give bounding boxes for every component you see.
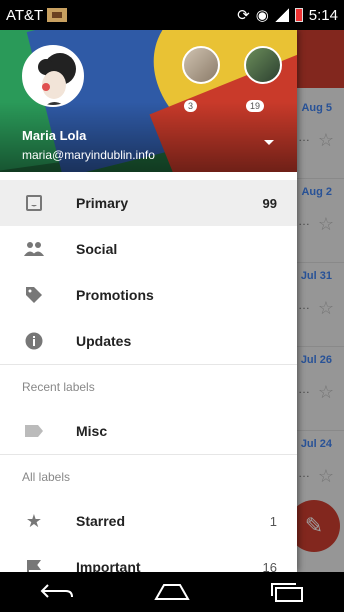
important-icon: [24, 557, 44, 572]
label-count: 1: [269, 513, 277, 529]
account-name: Maria Lola: [22, 128, 87, 143]
navigation-drawer: 3 19 Maria Lola maria@maryindublin.info …: [0, 30, 297, 572]
carrier-logo-icon: [47, 8, 68, 22]
clock: 5:14: [308, 6, 338, 24]
menu-item-label: Starred: [76, 513, 126, 529]
menu-item-social[interactable]: Social: [0, 226, 297, 272]
home-icon: [154, 584, 190, 600]
recents-button[interactable]: [267, 580, 307, 604]
menu-item-label: Updates: [76, 333, 132, 349]
menu-item-label: Primary: [76, 195, 129, 211]
home-button[interactable]: [152, 580, 192, 604]
account-unread-badge: 3: [184, 100, 198, 112]
account-switch-avatar[interactable]: [244, 46, 282, 84]
signal-icon: [274, 8, 289, 22]
wifi-icon: ◉: [255, 7, 269, 24]
menu-item-primary[interactable]: Primary 99: [0, 180, 297, 226]
menu-item-label: Social: [76, 241, 118, 257]
menu-item-label: Misc: [76, 423, 108, 439]
account-dropdown-icon[interactable]: [264, 140, 274, 145]
account-email: maria@maryindublin.info: [22, 148, 155, 162]
carrier: AT&T: [6, 6, 68, 24]
recent-labels-header: Recent labels: [0, 364, 297, 408]
status-icons: ⟳ ◉ 5:14: [237, 6, 338, 25]
info-icon: [24, 331, 44, 351]
people-icon: [24, 239, 44, 259]
recents-icon: [270, 583, 303, 602]
carrier-label: AT&T: [6, 6, 44, 24]
menu-item-important[interactable]: Important 16: [0, 544, 297, 572]
label-count: 16: [262, 559, 277, 573]
account-unread-badge: 19: [246, 100, 265, 112]
menu-item-label: Promotions: [76, 287, 154, 303]
all-labels-header: All labels: [0, 454, 297, 498]
inbox-icon: [24, 193, 44, 213]
back-button[interactable]: [37, 580, 77, 604]
system-nav-bar: [0, 572, 344, 612]
menu-item-starred[interactable]: ★ Starred 1: [0, 498, 297, 544]
menu-item-label: Important: [76, 559, 141, 572]
label-icon: [24, 421, 44, 441]
battery-icon: [294, 8, 303, 22]
tag-icon: [24, 285, 44, 305]
unread-count: 99: [262, 195, 277, 211]
drawer-menu: Primary 99 Social Promotions Updates Rec…: [0, 180, 297, 572]
status-bar: AT&T ⟳ ◉ 5:14: [0, 0, 344, 30]
menu-item-updates[interactable]: Updates: [0, 318, 297, 364]
back-icon: [40, 584, 74, 598]
menu-item-promotions[interactable]: Promotions: [0, 272, 297, 318]
account-header[interactable]: 3 19 Maria Lola maria@maryindublin.info: [0, 30, 297, 172]
account-switch-avatar[interactable]: [182, 46, 220, 84]
star-icon: ★: [25, 510, 43, 531]
menu-item-misc[interactable]: Misc: [0, 408, 297, 454]
rotation-icon: ⟳: [237, 7, 250, 24]
avatar[interactable]: [22, 45, 84, 107]
